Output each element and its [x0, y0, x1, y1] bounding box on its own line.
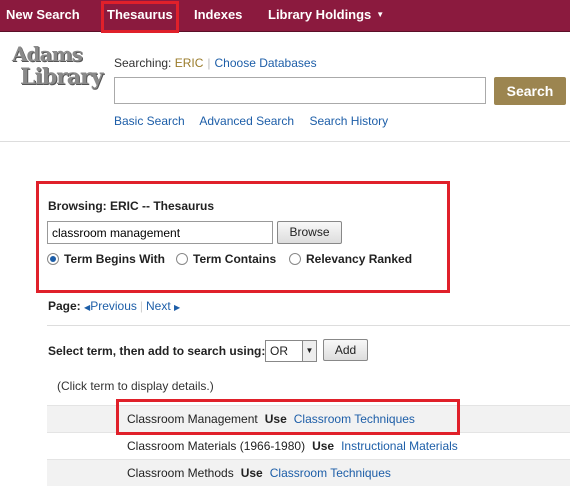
top-nav: New Search Thesaurus Indexes Library Hol… [0, 0, 570, 32]
chevron-down-icon: ▼ [376, 10, 385, 19]
use-label: Use [312, 439, 335, 453]
operator-select[interactable]: OR ▼ [265, 340, 317, 362]
term-link[interactable]: Classroom Methods [127, 466, 234, 480]
chevron-right-icon[interactable]: ▶ [174, 303, 180, 312]
library-logo[interactable]: Adams Library [12, 42, 103, 100]
next-link[interactable]: Next [146, 299, 171, 313]
nav-library-holdings-label: Library Holdings [268, 7, 372, 22]
use-term-link[interactable]: Instructional Materials [341, 439, 458, 453]
click-note: (Click term to display details.) [57, 379, 214, 393]
add-to-search-label: Select term, then add to search using: [48, 344, 266, 358]
choose-databases-link[interactable]: Choose Databases [215, 56, 317, 70]
previous-link[interactable]: Previous [90, 299, 137, 313]
searching-label: Searching: [114, 56, 172, 70]
highlight-box-term [116, 399, 460, 435]
divider [0, 141, 570, 142]
search-mode-links: Basic Search Advanced Search Search Hist… [114, 114, 400, 128]
divider [47, 325, 570, 326]
divider: | [207, 56, 211, 70]
nav-indexes[interactable]: Indexes [194, 0, 242, 32]
search-input[interactable] [114, 77, 486, 104]
search-button[interactable]: Search [494, 77, 566, 105]
table-row: Classroom Methods Use Classroom Techniques [47, 459, 570, 486]
database-name: ERIC [174, 56, 204, 70]
logo-line2: Library [20, 64, 103, 90]
basic-search-link[interactable]: Basic Search [114, 114, 185, 128]
nav-new-search[interactable]: New Search [6, 0, 80, 32]
divider: | [139, 299, 143, 313]
use-label: Use [240, 466, 263, 480]
chevron-down-icon[interactable]: ▼ [302, 341, 316, 361]
highlight-box-browse [36, 181, 450, 293]
searching-info: Searching: ERIC | Choose Databases [114, 56, 317, 70]
highlight-box-thesaurus [101, 1, 179, 33]
table-row: Classroom Materials (1966-1980) Use Instru… [47, 432, 570, 459]
operator-value: OR [270, 344, 288, 358]
term-link[interactable]: Classroom Materials (1966-1980) [127, 439, 305, 453]
logo-line1: Adams [12, 42, 83, 66]
add-button[interactable]: Add [323, 339, 368, 361]
page-label: Page: [48, 299, 81, 313]
use-term-link[interactable]: Classroom Techniques [270, 466, 391, 480]
search-history-link[interactable]: Search History [309, 114, 388, 128]
advanced-search-link[interactable]: Advanced Search [199, 114, 294, 128]
pager: Page: ◀Previous | Next ▶ [48, 299, 180, 313]
nav-library-holdings[interactable]: Library Holdings ▼ [268, 0, 384, 32]
